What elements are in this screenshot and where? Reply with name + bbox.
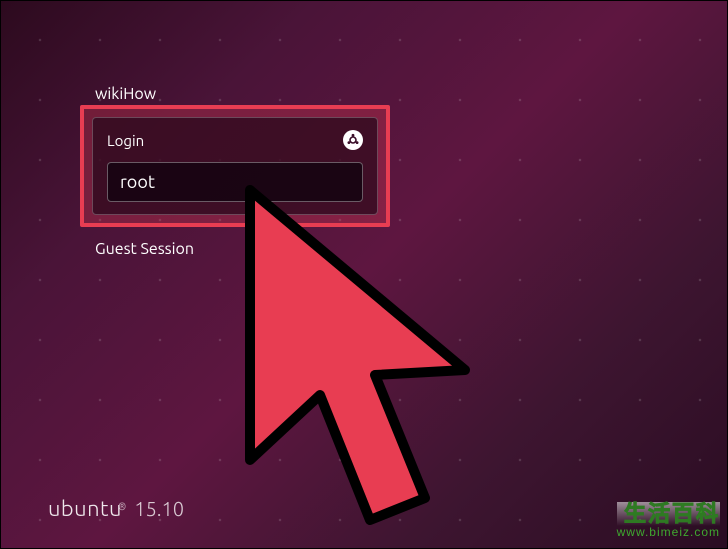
- login-header: Login: [107, 128, 363, 152]
- branding: ubuntu® 15.10: [48, 496, 184, 521]
- username-input-row: [107, 162, 363, 202]
- brand-version: 15.10: [134, 497, 184, 520]
- login-panel: Login: [92, 117, 378, 215]
- guest-session-option[interactable]: Guest Session: [95, 240, 194, 258]
- watermark-line1: 生活百科: [617, 502, 720, 526]
- login-title: Login: [107, 132, 144, 149]
- frame-border: [0, 0, 728, 549]
- annotation-cursor-icon: [230, 180, 490, 544]
- registered-mark: ®: [118, 501, 126, 512]
- brand-name: ubuntu: [48, 496, 122, 521]
- annotation-highlight-box: Login: [80, 105, 390, 227]
- watermark-line2: www.bimeiz.com: [617, 526, 720, 539]
- wallpaper-dots: [0, 0, 728, 549]
- hostname-label: wikiHow: [95, 85, 156, 103]
- username-input[interactable]: [108, 163, 363, 201]
- session-badge-icon[interactable]: [343, 130, 363, 150]
- watermark: 生活百科 www.bimeiz.com: [617, 502, 720, 539]
